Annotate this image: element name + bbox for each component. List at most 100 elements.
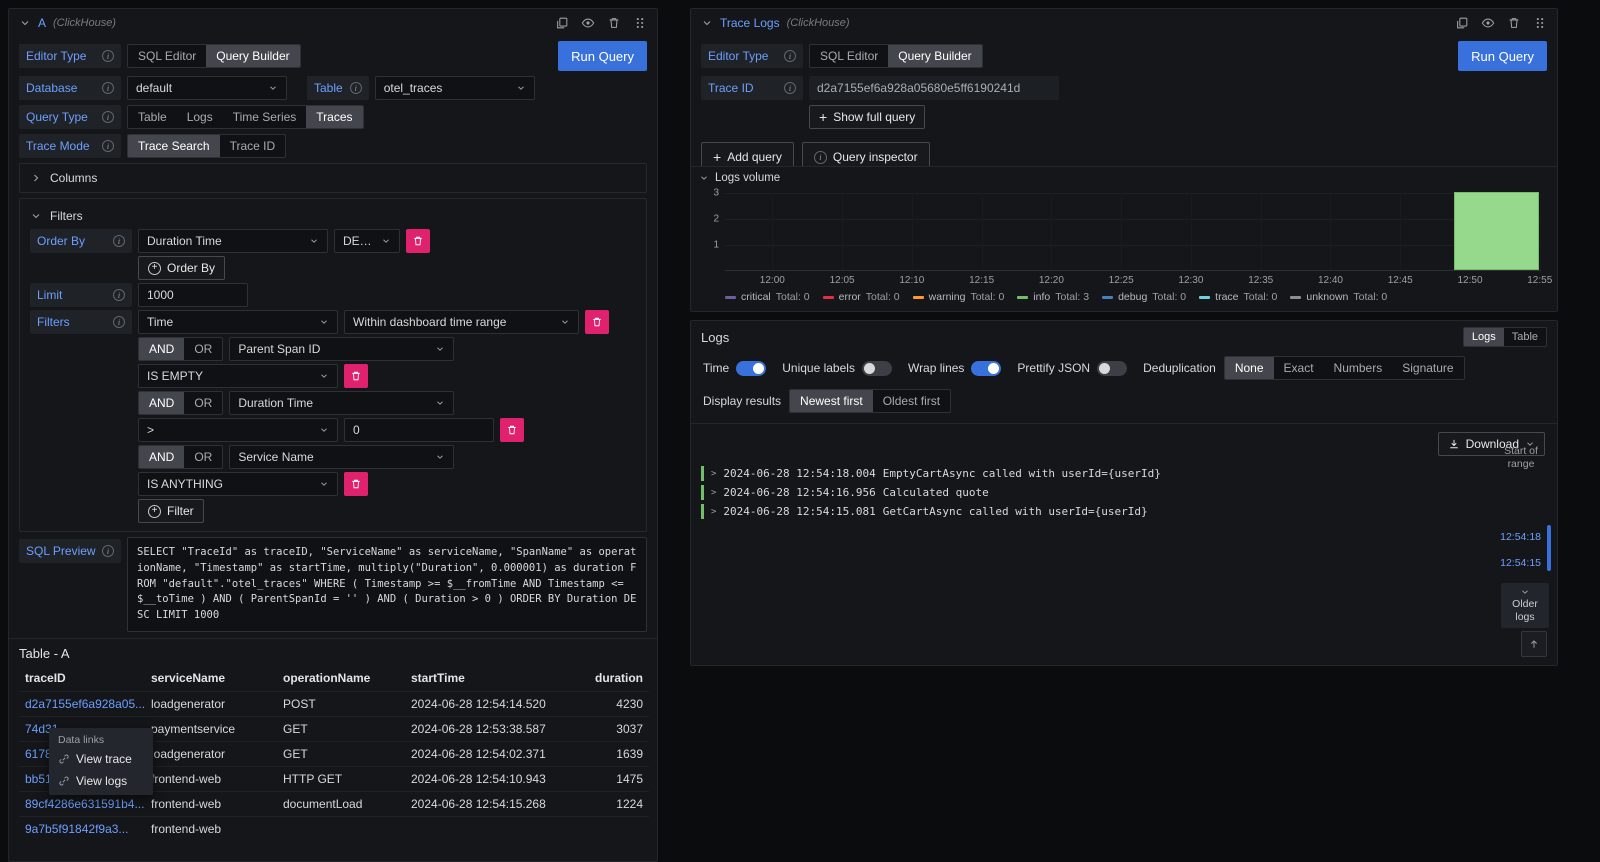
view-trace-menu-item[interactable]: View trace xyxy=(49,748,153,770)
view-logs-option[interactable]: Logs xyxy=(1464,328,1504,346)
trace-mode-trace-search[interactable]: Trace Search xyxy=(128,135,220,157)
minimap-scrollbar[interactable] xyxy=(1547,525,1551,571)
remove-filter-1-button[interactable] xyxy=(344,364,368,388)
expand-log-icon[interactable]: > xyxy=(711,488,716,498)
bool-and[interactable]: AND xyxy=(139,392,184,414)
trace-id-value[interactable]: d2a7155ef6a928a05680e5ff6190241d xyxy=(809,76,1059,100)
x-tick-label: 12:25 xyxy=(1109,275,1134,286)
expand-log-icon[interactable]: > xyxy=(711,469,716,479)
run-query-button[interactable]: Run Query xyxy=(558,41,647,71)
collapse-chevron-icon[interactable] xyxy=(701,17,713,29)
add-filter-button[interactable]: +Filter xyxy=(138,499,204,523)
columns-section-toggle[interactable]: Columns xyxy=(19,163,647,193)
query-type-logs[interactable]: Logs xyxy=(177,106,223,128)
query-type-time-series[interactable]: Time Series xyxy=(223,106,307,128)
editor-type-sql-editor[interactable]: SQL Editor xyxy=(810,45,888,67)
run-query-button[interactable]: Run Query xyxy=(1458,41,1547,71)
remove-filter-2-button[interactable] xyxy=(500,418,524,442)
time-toggle[interactable] xyxy=(736,361,766,376)
view-table-option[interactable]: Table xyxy=(1504,328,1546,346)
logs-volume-title[interactable]: Logs volume xyxy=(691,167,1557,189)
legend-item[interactable]: criticalTotal: 0 xyxy=(725,291,810,303)
duplicate-query-icon[interactable] xyxy=(555,16,569,30)
older-logs-button[interactable]: Older logs xyxy=(1501,583,1549,628)
expand-log-icon[interactable]: > xyxy=(711,507,716,517)
log-message: EmptyCartAsync called with userId={userI… xyxy=(883,467,1161,480)
query-ref[interactable]: Trace Logs xyxy=(720,16,780,30)
legend-item[interactable]: errorTotal: 0 xyxy=(823,291,900,303)
legend-item[interactable]: warningTotal: 0 xyxy=(913,291,1005,303)
col-servicename[interactable]: serviceName xyxy=(145,666,277,692)
time-filter-field-select[interactable]: Time xyxy=(138,310,338,334)
legend-item[interactable]: debugTotal: 0 xyxy=(1102,291,1186,303)
bool-and[interactable]: AND xyxy=(139,338,184,360)
filters-section-toggle[interactable]: Filters xyxy=(30,206,636,226)
bool-or[interactable]: OR xyxy=(184,446,222,468)
col-operationname[interactable]: operationName xyxy=(277,666,405,692)
filter-2-value-input[interactable] xyxy=(344,418,494,442)
query-type-table[interactable]: Table xyxy=(128,106,177,128)
trace-link[interactable]: 89cf4286e631591b4... xyxy=(19,792,145,817)
legend-item[interactable]: traceTotal: 0 xyxy=(1199,291,1277,303)
show-full-query-button[interactable]: +Show full query xyxy=(809,105,925,129)
wrap-lines-toggle[interactable] xyxy=(971,361,1001,376)
remove-query-icon[interactable] xyxy=(1507,16,1521,30)
filter-3-operator-select[interactable]: IS ANYTHING xyxy=(138,472,338,496)
dedup-numbers[interactable]: Numbers xyxy=(1324,357,1393,379)
filter-1-operator-select[interactable]: IS EMPTY xyxy=(138,364,338,388)
remove-time-filter-button[interactable] xyxy=(585,310,609,334)
drag-handle-icon[interactable] xyxy=(633,16,647,30)
prettify-json-toggle[interactable] xyxy=(1097,361,1127,376)
add-order-by-button[interactable]: +Order By xyxy=(138,256,225,280)
trace-link[interactable]: d2a7155ef6a928a05... xyxy=(19,692,145,717)
info-icon: i xyxy=(102,111,114,123)
remove-order-by-button[interactable] xyxy=(406,229,430,253)
col-duration[interactable]: duration xyxy=(581,666,649,692)
trace-link[interactable]: 9a7b5f91842f9a3... xyxy=(19,817,145,842)
query-type-traces[interactable]: Traces xyxy=(306,106,362,128)
order-by-direction-select[interactable]: DESC xyxy=(334,229,400,253)
table-select[interactable]: otel_traces xyxy=(375,76,535,100)
collapse-chevron-icon[interactable] xyxy=(19,17,31,29)
dedup-signature[interactable]: Signature xyxy=(1392,357,1463,379)
order-by-field-select[interactable]: Duration Time xyxy=(138,229,328,253)
table-header-row: traceID serviceName operationName startT… xyxy=(19,666,649,692)
bool-or[interactable]: OR xyxy=(184,392,222,414)
trace-mode-trace-id[interactable]: Trace ID xyxy=(220,135,286,157)
table-row: 9a7b5f91842f9a3... frontend-web xyxy=(19,817,649,842)
database-select[interactable]: default xyxy=(127,76,287,100)
limit-input[interactable] xyxy=(138,283,248,307)
legend-item[interactable]: unknownTotal: 0 xyxy=(1290,291,1387,303)
filter-3-field-select[interactable]: Service Name xyxy=(229,445,454,469)
hide-response-icon[interactable] xyxy=(581,16,595,30)
table-row: 89cf4286e631591b4... frontend-web docume… xyxy=(19,792,649,817)
time-filter-value-select[interactable]: Within dashboard time range xyxy=(344,310,579,334)
col-traceid[interactable]: traceID xyxy=(19,666,145,692)
drag-handle-icon[interactable] xyxy=(1533,16,1547,30)
remove-query-icon[interactable] xyxy=(607,16,621,30)
editor-type-query-builder[interactable]: Query Builder xyxy=(206,45,299,67)
legend-item[interactable]: infoTotal: 3 xyxy=(1017,291,1089,303)
unique-labels-toggle[interactable] xyxy=(862,361,892,376)
query-ref[interactable]: A xyxy=(38,16,46,30)
remove-filter-3-button[interactable] xyxy=(344,472,368,496)
bool-or[interactable]: OR xyxy=(184,338,222,360)
hide-response-icon[interactable] xyxy=(1481,16,1495,30)
duplicate-query-icon[interactable] xyxy=(1455,16,1469,30)
filter-2-operator-select[interactable]: > xyxy=(138,418,338,442)
dedup-exact[interactable]: Exact xyxy=(1274,357,1324,379)
newest-first-option[interactable]: Newest first xyxy=(790,390,873,412)
oldest-first-option[interactable]: Oldest first xyxy=(873,390,950,412)
scroll-to-top-button[interactable] xyxy=(1521,631,1547,657)
minimap-timestamp[interactable]: 12:54:15 xyxy=(1500,557,1541,569)
editor-type-query-builder[interactable]: Query Builder xyxy=(888,45,981,67)
col-starttime[interactable]: startTime xyxy=(405,666,581,692)
view-logs-menu-item[interactable]: View logs xyxy=(49,770,153,792)
bool-and[interactable]: AND xyxy=(139,446,184,468)
minimap-timestamp[interactable]: 12:54:18 xyxy=(1500,531,1541,543)
logs-volume-bar[interactable] xyxy=(1454,192,1540,270)
filter-1-field-select[interactable]: Parent Span ID xyxy=(229,337,454,361)
editor-type-sql-editor[interactable]: SQL Editor xyxy=(128,45,206,67)
dedup-none[interactable]: None xyxy=(1225,357,1274,379)
filter-2-field-select[interactable]: Duration Time xyxy=(229,391,454,415)
